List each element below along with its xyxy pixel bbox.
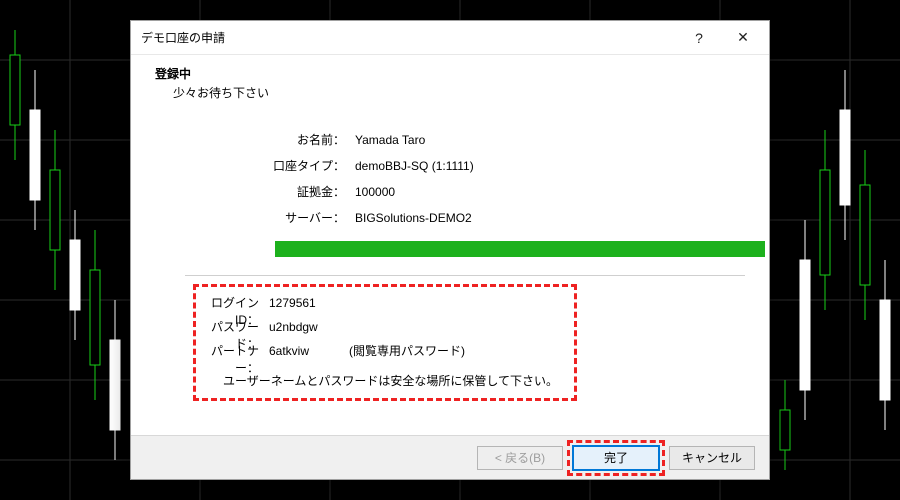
partner-label: パートナー：: [199, 342, 269, 376]
back-button-wrap: < 戻る(B): [477, 446, 563, 470]
row-account-type: 口座タイプ： demoBBJ-SQ (1:1111): [195, 157, 769, 183]
back-button-label: < 戻る(B): [495, 449, 545, 466]
login-value: 1279561: [269, 296, 316, 310]
close-icon: ✕: [737, 29, 749, 46]
finish-button-wrap: 完了: [573, 446, 659, 470]
progress-wrap: [275, 241, 769, 257]
row-server: サーバー： BIGSolutions-DEMO2: [195, 209, 769, 235]
row-password: パスワード： u2nbdgw: [199, 318, 571, 342]
cancel-button[interactable]: キャンセル: [669, 446, 755, 470]
credentials-warning: ユーザーネームとパスワードは安全な場所に保管して下さい。: [223, 372, 571, 389]
account-type-value: demoBBJ-SQ (1:1111): [355, 159, 474, 173]
deposit-value: 100000: [355, 185, 395, 199]
help-icon: ?: [695, 30, 703, 46]
status-subtitle: 少々お待ち下さい: [173, 84, 755, 101]
status-title: 登録中: [155, 65, 755, 82]
cancel-button-wrap: キャンセル: [669, 446, 755, 470]
credentials-box: ログインID： 1279561 パスワード： u2nbdgw パートナー： 6a…: [195, 286, 575, 399]
help-button[interactable]: ?: [677, 24, 721, 52]
name-label: お名前：: [195, 131, 355, 148]
close-button[interactable]: ✕: [721, 24, 765, 52]
row-deposit: 証拠金： 100000: [195, 183, 769, 209]
progress-bar: [275, 241, 765, 257]
finish-button[interactable]: 完了: [573, 446, 659, 470]
server-value: BIGSolutions-DEMO2: [355, 211, 472, 225]
password-value: u2nbdgw: [269, 320, 318, 334]
cancel-button-label: キャンセル: [682, 449, 742, 466]
finish-button-label: 完了: [604, 449, 628, 466]
separator: [185, 275, 745, 276]
account-type-label: 口座タイプ：: [195, 157, 355, 174]
back-button: < 戻る(B): [477, 446, 563, 470]
row-partner: パートナー： 6atkviw (閲覧専用パスワード): [199, 342, 571, 366]
deposit-label: 証拠金：: [195, 183, 355, 200]
partner-note: (閲覧専用パスワード): [349, 342, 465, 359]
button-bar: < 戻る(B) 完了 キャンセル: [131, 435, 769, 479]
row-name: お名前： Yamada Taro: [195, 131, 769, 157]
account-info: お名前： Yamada Taro 口座タイプ： demoBBJ-SQ (1:11…: [195, 131, 769, 257]
demo-account-dialog: デモ口座の申請 ? ✕ 登録中 少々お待ち下さい お名前： Yamada Tar…: [130, 20, 770, 480]
dialog-content: 登録中 少々お待ち下さい お名前： Yamada Taro 口座タイプ： dem…: [131, 55, 769, 435]
name-value: Yamada Taro: [355, 133, 425, 147]
server-label: サーバー：: [195, 209, 355, 226]
dialog-title: デモ口座の申請: [141, 29, 677, 46]
row-login: ログインID： 1279561: [199, 294, 571, 318]
titlebar: デモ口座の申請 ? ✕: [131, 21, 769, 55]
partner-value: 6atkviw: [269, 344, 309, 358]
